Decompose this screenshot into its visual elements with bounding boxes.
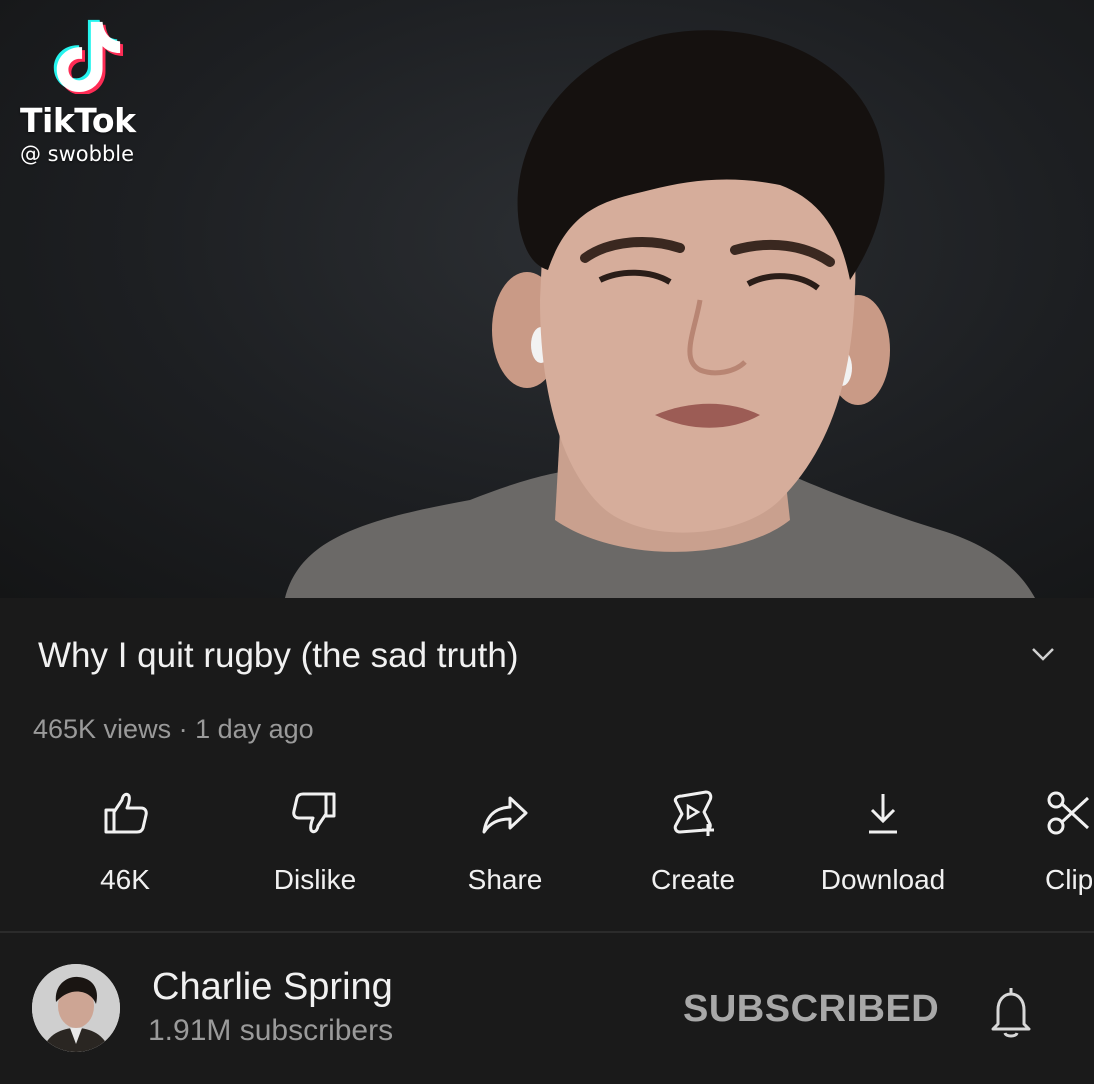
download-icon — [869, 794, 897, 834]
channel-avatar[interactable] — [32, 964, 120, 1052]
video-player[interactable]: TikTok @ swobble — [0, 0, 1094, 598]
share-icon — [482, 796, 528, 834]
clip-button[interactable]: Clip — [1040, 788, 1094, 896]
chevron-down-icon[interactable] — [1030, 644, 1056, 664]
download-label: Download — [820, 864, 946, 895]
video-frame-person — [285, 30, 1035, 598]
create-label: Create — [650, 864, 736, 895]
video-meta: 465K views · 1 day ago — [33, 714, 314, 744]
subscriber-count: 1.91M subscribers — [148, 1014, 394, 1047]
share-button[interactable]: Share — [430, 788, 580, 896]
divider — [0, 931, 1094, 933]
tiktok-logo-icon — [53, 19, 124, 95]
clip-label: Clip — [1045, 864, 1094, 895]
tiktok-brand-text: TikTok — [20, 101, 136, 140]
create-button[interactable]: Create — [618, 788, 768, 896]
thumbs-up-icon — [104, 792, 148, 834]
video-title[interactable]: Why I quit rugby (the sad truth) — [38, 636, 518, 676]
avatar-image — [32, 964, 120, 1052]
video-info-panel: Why I quit rugby (the sad truth) 465K vi… — [0, 598, 1094, 1084]
dislike-button[interactable]: Dislike — [240, 788, 390, 896]
subscribed-button[interactable]: SUBSCRIBED — [683, 988, 939, 1031]
tiktok-watermark: TikTok @ swobble — [20, 14, 136, 166]
like-count: 46K — [100, 864, 150, 895]
bell-icon[interactable] — [986, 984, 1036, 1040]
tiktok-handle: @ swobble — [20, 142, 135, 166]
scissors-icon — [1047, 791, 1090, 835]
thumbs-down-icon — [292, 792, 336, 834]
download-button[interactable]: Download — [808, 788, 958, 896]
channel-name[interactable]: Charlie Spring — [152, 966, 393, 1009]
channel-row: Charlie Spring 1.91M subscribers SUBSCRI… — [0, 950, 1094, 1060]
share-label: Share — [467, 864, 543, 895]
create-icon — [673, 790, 714, 836]
like-button[interactable]: 46K — [50, 788, 200, 896]
dislike-label: Dislike — [273, 864, 357, 895]
action-bar: 46K Dislike Share Create Download Clip — [0, 788, 1094, 908]
